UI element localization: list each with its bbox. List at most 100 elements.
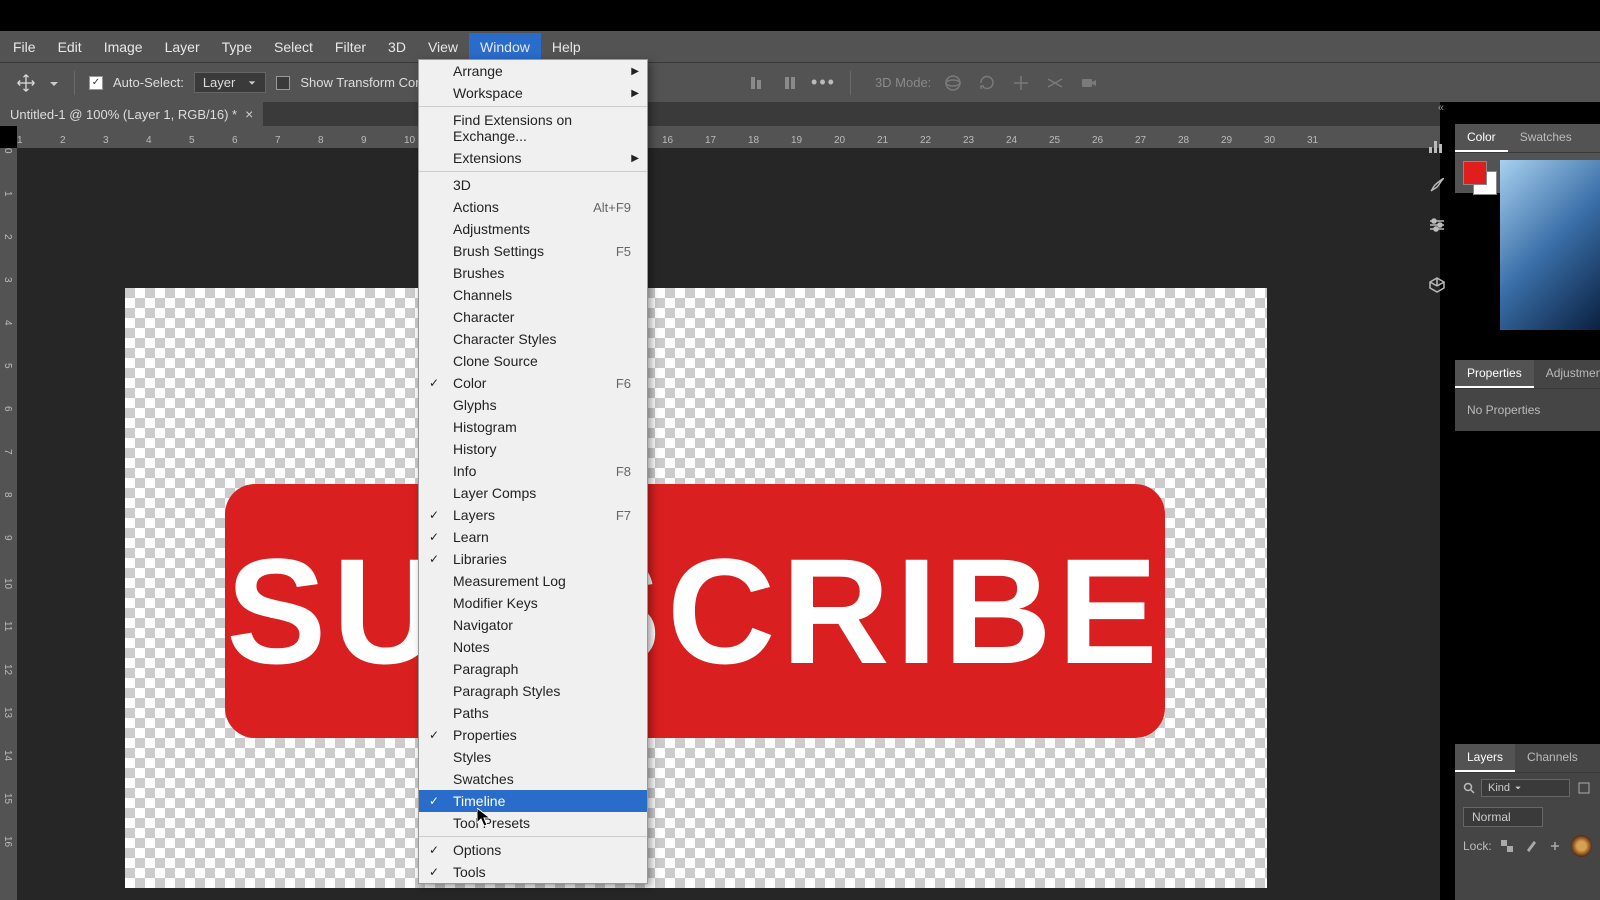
- menu-item-timeline[interactable]: ✓Timeline: [419, 790, 647, 812]
- menu-layer[interactable]: Layer: [154, 33, 211, 61]
- auto-select-target[interactable]: Layer: [194, 72, 267, 93]
- properties-tab[interactable]: Properties: [1455, 360, 1534, 388]
- menu-3d[interactable]: 3D: [377, 33, 417, 61]
- close-tab-icon[interactable]: ×: [245, 106, 253, 122]
- color-tab[interactable]: Color: [1455, 124, 1508, 152]
- lock-position-icon[interactable]: [1547, 838, 1563, 854]
- ruler-tick: 1: [17, 135, 23, 146]
- paths-tab[interactable]: Pat: [1590, 744, 1600, 772]
- menu-item-label: Brush Settings: [453, 243, 544, 259]
- menu-help[interactable]: Help: [541, 33, 592, 61]
- channels-tab[interactable]: Channels: [1515, 744, 1590, 772]
- auto-select-checkbox[interactable]: ✓: [89, 76, 103, 90]
- menu-item-measurement-log[interactable]: Measurement Log: [419, 570, 647, 592]
- menu-item-paths[interactable]: Paths: [419, 702, 647, 724]
- 3d-orbit-icon[interactable]: [941, 71, 965, 95]
- color-picker-gradient[interactable]: [1500, 160, 1600, 330]
- menu-item-styles[interactable]: Styles: [419, 746, 647, 768]
- menu-item-brushes[interactable]: Brushes: [419, 262, 647, 284]
- horizontal-ruler: 1234567891011121314151617181920212223242…: [17, 126, 1440, 148]
- menu-item-character[interactable]: Character: [419, 306, 647, 328]
- dock-adjust-icon[interactable]: [1426, 214, 1448, 236]
- menu-window[interactable]: Window: [469, 33, 541, 61]
- swatches-tab[interactable]: Swatches: [1508, 124, 1584, 152]
- menu-file[interactable]: File: [2, 33, 47, 61]
- menu-item-learn[interactable]: ✓Learn: [419, 526, 647, 548]
- menu-item-adjustments[interactable]: Adjustments: [419, 218, 647, 240]
- menu-view[interactable]: View: [417, 33, 469, 61]
- menu-item-label: History: [453, 441, 497, 457]
- menu-image[interactable]: Image: [93, 33, 154, 61]
- more-options-icon[interactable]: •••: [811, 72, 836, 93]
- menu-edit[interactable]: Edit: [47, 33, 93, 61]
- foreground-color[interactable]: [1463, 161, 1487, 185]
- lock-transparency-icon[interactable]: [1500, 838, 1516, 854]
- align-icon-1[interactable]: [747, 72, 769, 94]
- menu-item-glyphs[interactable]: Glyphs: [419, 394, 647, 416]
- collapsed-panel-dock: [1419, 118, 1455, 296]
- dock-brush-icon[interactable]: [1426, 174, 1448, 196]
- menu-item-workspace[interactable]: Workspace▶: [419, 82, 647, 104]
- menu-item-label: Character Styles: [453, 331, 556, 347]
- menu-item-options[interactable]: ✓Options: [419, 839, 647, 861]
- menu-bar: File Edit Image Layer Type Select Filter…: [0, 31, 1600, 62]
- ruler-tick: 7: [275, 135, 281, 146]
- menu-item-info[interactable]: InfoF8: [419, 460, 647, 482]
- lock-pixels-icon[interactable]: [1523, 838, 1539, 854]
- menu-item-layers[interactable]: ✓LayersF7: [419, 504, 647, 526]
- align-icon-2[interactable]: [779, 72, 801, 94]
- menu-item-brush-settings[interactable]: Brush SettingsF5: [419, 240, 647, 262]
- menu-item-paragraph-styles[interactable]: Paragraph Styles: [419, 680, 647, 702]
- menu-item-paragraph[interactable]: Paragraph: [419, 658, 647, 680]
- blend-mode-select[interactable]: Normal: [1463, 807, 1543, 827]
- menu-item-label: Tools: [453, 864, 486, 880]
- menu-item-modifier-keys[interactable]: Modifier Keys: [419, 592, 647, 614]
- menu-item-history[interactable]: History: [419, 438, 647, 460]
- menu-item-character-styles[interactable]: Character Styles: [419, 328, 647, 350]
- ruler-tick: 16: [662, 135, 673, 146]
- menu-item-tool-presets[interactable]: Tool Presets: [419, 812, 647, 834]
- document-tab[interactable]: Untitled-1 @ 100% (Layer 1, RGB/16) * ×: [0, 102, 263, 126]
- tool-preset-dropdown[interactable]: [48, 77, 60, 89]
- layers-tab[interactable]: Layers: [1455, 744, 1515, 772]
- ruler-tick: 9: [361, 135, 367, 146]
- layer-filter-kind[interactable]: Kind: [1481, 779, 1570, 797]
- filter-image-icon[interactable]: [1576, 780, 1592, 796]
- menu-item-swatches[interactable]: Swatches: [419, 768, 647, 790]
- canvas-area: SUBSCRIBE: [17, 148, 1440, 900]
- menu-item-navigator[interactable]: Navigator: [419, 614, 647, 636]
- menu-item-extensions[interactable]: Extensions▶: [419, 147, 647, 169]
- menu-item-properties[interactable]: ✓Properties: [419, 724, 647, 746]
- menu-item-color[interactable]: ✓ColorF6: [419, 372, 647, 394]
- adjustments-tab[interactable]: Adjustments: [1534, 360, 1600, 388]
- dock-histogram-icon[interactable]: [1426, 134, 1448, 156]
- move-tool-icon[interactable]: [14, 71, 38, 95]
- ruler-tick: 19: [791, 135, 802, 146]
- menu-item-label: Arrange: [453, 63, 503, 79]
- check-icon: ✓: [429, 508, 439, 522]
- collapse-panels-icon[interactable]: «: [1438, 102, 1444, 114]
- 3d-pan-icon[interactable]: [1009, 71, 1033, 95]
- menu-filter[interactable]: Filter: [324, 33, 377, 61]
- menu-item-channels[interactable]: Channels: [419, 284, 647, 306]
- 3d-camera-icon[interactable]: [1077, 71, 1101, 95]
- menu-item-actions[interactable]: ActionsAlt+F9: [419, 196, 647, 218]
- menu-item-arrange[interactable]: Arrange▶: [419, 60, 647, 82]
- menu-item-find-extensions-on-exchange-[interactable]: Find Extensions on Exchange...: [419, 109, 647, 147]
- menu-item-3d[interactable]: 3D: [419, 174, 647, 196]
- 3d-rotate-icon[interactable]: [975, 71, 999, 95]
- menu-item-clone-source[interactable]: Clone Source: [419, 350, 647, 372]
- menu-item-libraries[interactable]: ✓Libraries: [419, 548, 647, 570]
- canvas[interactable]: SUBSCRIBE: [125, 288, 1267, 888]
- menu-select[interactable]: Select: [263, 33, 324, 61]
- menu-item-tools[interactable]: ✓Tools: [419, 861, 647, 883]
- dock-3d-icon[interactable]: [1426, 274, 1448, 296]
- document-title: Untitled-1 @ 100% (Layer 1, RGB/16) *: [10, 107, 237, 122]
- menu-item-label: Brushes: [453, 265, 504, 281]
- 3d-slide-icon[interactable]: [1043, 71, 1067, 95]
- menu-item-layer-comps[interactable]: Layer Comps: [419, 482, 647, 504]
- menu-item-histogram[interactable]: Histogram: [419, 416, 647, 438]
- menu-type[interactable]: Type: [211, 33, 263, 61]
- transform-controls-checkbox[interactable]: [276, 76, 290, 90]
- menu-item-notes[interactable]: Notes: [419, 636, 647, 658]
